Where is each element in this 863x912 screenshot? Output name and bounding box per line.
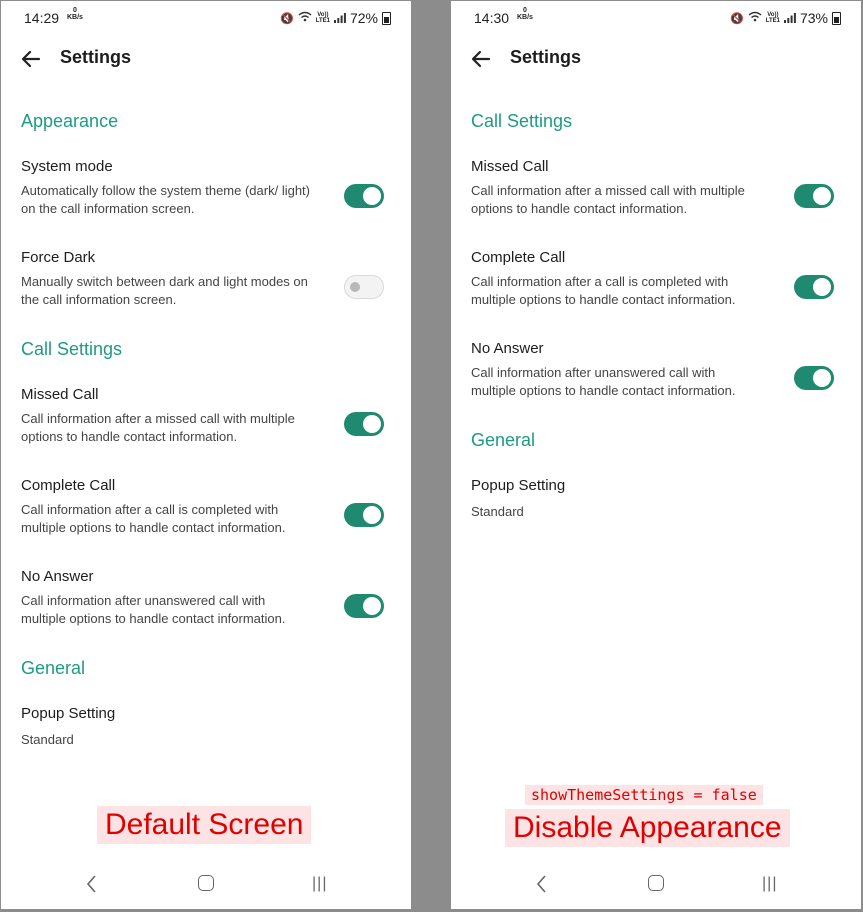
nav-recents-icon[interactable]: ||| (762, 875, 777, 893)
setting-description: Call information after unanswered call w… (21, 593, 286, 626)
section-header-call-settings: Call Settings (21, 339, 123, 359)
setting-system-mode[interactable]: System mode Automatically follow the sys… (1, 144, 411, 235)
signal-icon (333, 10, 346, 26)
setting-label: System mode (21, 158, 113, 175)
page-title: Settings (60, 47, 132, 67)
nav-home-icon[interactable] (648, 875, 664, 891)
setting-popup[interactable]: Popup Setting Standard (451, 463, 861, 533)
caption-disable-appearance: Disable Appearance (505, 809, 790, 847)
setting-label: Force Dark (21, 249, 96, 266)
settings-list: Appearance System mode Automatically fol… (1, 98, 411, 761)
settings-list: Call Settings Missed Call Call informati… (451, 98, 861, 533)
page-title: Settings (510, 47, 582, 67)
status-bar: 14:29 0 KB/s 🔇 Vo)) LTE1 72% (1, 1, 411, 33)
section-header-general: General (471, 430, 536, 450)
setting-description: Call information after a call is complet… (21, 502, 286, 535)
setting-description: Call information after unanswered call w… (471, 365, 736, 398)
setting-label: No Answer (471, 340, 544, 357)
setting-missed-call[interactable]: Missed Call Call information after a mis… (451, 144, 861, 235)
app-bar: Settings (1, 39, 411, 79)
setting-complete-call[interactable]: Complete Call Call information after a c… (451, 235, 861, 326)
app-bar: Settings (451, 39, 861, 79)
volte-indicator: Vo)) LTE1 (765, 12, 780, 24)
network-speed: 0 KB/s (517, 7, 533, 21)
setting-label: Missed Call (21, 386, 99, 403)
setting-label: Missed Call (471, 158, 549, 175)
setting-label: Popup Setting (471, 477, 566, 494)
no-answer-toggle[interactable] (344, 594, 384, 618)
setting-value: Standard (21, 732, 74, 747)
setting-complete-call[interactable]: Complete Call Call information after a c… (1, 463, 411, 554)
back-arrow-icon[interactable] (19, 47, 43, 71)
force-dark-toggle[interactable] (344, 275, 384, 299)
setting-description: Call information after a missed call wit… (21, 411, 295, 444)
navigation-bar: ||| (1, 859, 411, 909)
nav-back-icon[interactable] (84, 873, 100, 895)
setting-label: Popup Setting (21, 705, 116, 722)
system-mode-toggle[interactable] (344, 184, 384, 208)
complete-call-toggle[interactable] (344, 503, 384, 527)
setting-label: Complete Call (471, 249, 566, 266)
network-speed: 0 KB/s (67, 7, 83, 21)
nav-recents-icon[interactable]: ||| (312, 875, 327, 893)
section-header-general: General (21, 658, 86, 678)
setting-description: Call information after a missed call wit… (471, 183, 745, 216)
setting-value: Standard (471, 504, 524, 519)
section-header-appearance: Appearance (21, 111, 119, 131)
missed-call-toggle[interactable] (344, 412, 384, 436)
status-time: 14:30 (474, 10, 510, 26)
wifi-icon (748, 11, 762, 25)
setting-no-answer[interactable]: No Answer Call information after unanswe… (451, 326, 861, 417)
battery-icon (832, 11, 841, 25)
setting-description: Manually switch between dark and light m… (21, 274, 308, 307)
nav-home-icon[interactable] (198, 875, 214, 891)
setting-label: No Answer (21, 568, 94, 585)
setting-description: Automatically follow the system theme (d… (21, 183, 310, 216)
caption-code: showThemeSettings = false (525, 785, 763, 805)
complete-call-toggle[interactable] (794, 275, 834, 299)
phone-screen-default: 14:29 0 KB/s 🔇 Vo)) LTE1 72% Settings Appe… (1, 1, 411, 909)
setting-label: Complete Call (21, 477, 116, 494)
battery-percent: 73% (799, 10, 828, 26)
caption-default-screen: Default Screen (97, 806, 312, 844)
battery-percent: 72% (349, 10, 378, 26)
mute-icon: 🔇 (280, 12, 294, 25)
signal-icon (783, 10, 796, 26)
status-time: 14:29 (24, 10, 60, 26)
phone-screen-disabled-appearance: 14:30 0 KB/s 🔇 Vo)) LTE1 73% Settings Call… (451, 1, 861, 909)
setting-description: Call information after a call is complet… (471, 274, 736, 307)
setting-popup[interactable]: Popup Setting Standard (1, 691, 411, 761)
mute-icon: 🔇 (730, 12, 744, 25)
section-header-call-settings: Call Settings (471, 111, 573, 131)
missed-call-toggle[interactable] (794, 184, 834, 208)
no-answer-toggle[interactable] (794, 366, 834, 390)
navigation-bar: ||| (451, 859, 861, 909)
status-bar: 14:30 0 KB/s 🔇 Vo)) LTE1 73% (451, 1, 861, 33)
setting-no-answer[interactable]: No Answer Call information after unanswe… (1, 554, 411, 645)
nav-back-icon[interactable] (534, 873, 550, 895)
wifi-icon (298, 11, 312, 25)
setting-missed-call[interactable]: Missed Call Call information after a mis… (1, 372, 411, 463)
battery-icon (382, 11, 391, 25)
back-arrow-icon[interactable] (469, 47, 493, 71)
volte-indicator: Vo)) LTE1 (315, 12, 330, 24)
setting-force-dark[interactable]: Force Dark Manually switch between dark … (1, 235, 411, 326)
